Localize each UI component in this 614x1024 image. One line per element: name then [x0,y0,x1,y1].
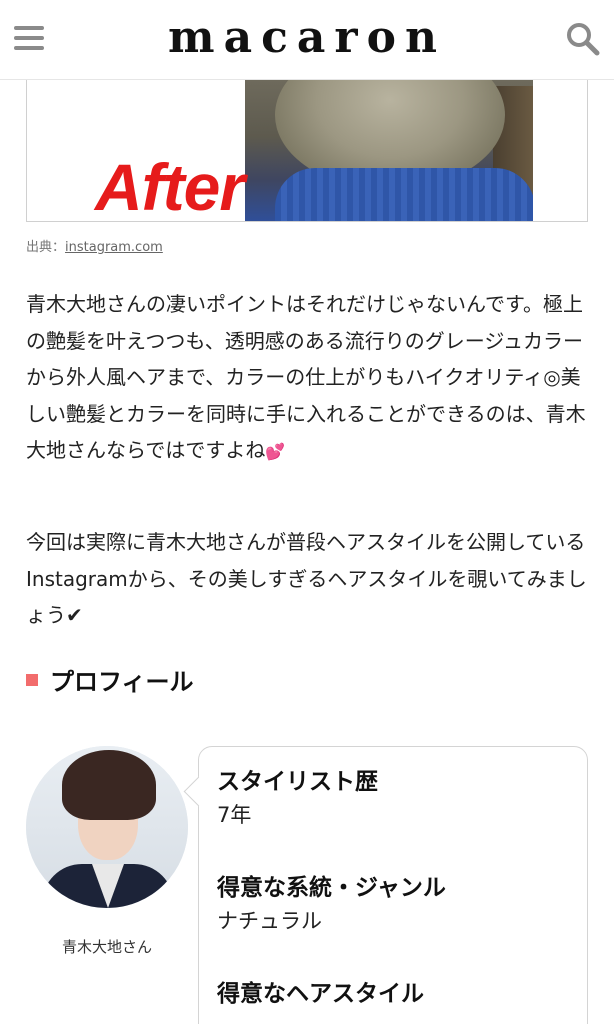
section-title-profile: プロフィール [26,662,194,697]
section-title-text: プロフィール [50,668,194,696]
source-link[interactable]: instagram.com [65,240,163,255]
search-icon[interactable] [566,22,600,56]
profile-label-hairstyle: 得意なヘアスタイル [217,981,424,1007]
site-header: macaron [0,0,614,80]
article-paragraph-2: 今回は実際に青木大地さんが普段ヘアスタイルを公開しているInstagramから、… [26,530,587,627]
profile-value-experience: 7年 [217,803,252,827]
article-image: After [26,80,588,222]
source-prefix: 出典： [26,240,66,255]
site-logo[interactable]: macaron [0,12,614,63]
after-label: After [95,150,245,222]
stylist-name: 青木大地さん [61,938,152,956]
square-marker-icon [26,673,38,686]
stylist-avatar [26,746,188,908]
profile-label-genre: 得意な系統・ジャンル [217,875,446,901]
two-hearts-icon: 💕 [265,442,286,461]
profile-label-experience: スタイリスト歴 [217,769,378,795]
profile-value-genre: ナチュラル [217,909,322,933]
paragraph-1-text: 青木大地さんの凄いポイントはそれだけじゃないんです。極上の艶髪を叶えつつも、透明… [26,292,586,462]
article-paragraph-1: 青木大地さんの凄いポイントはそれだけじゃないんです。極上の艶髪を叶えつつも、透明… [26,286,588,471]
hair-photo [245,80,533,221]
image-source: 出典：instagram.com [26,236,163,255]
profile-card: スタイリスト歴 7年 得意な系統・ジャンル ナチュラル 得意なヘアスタイル [198,746,588,1024]
